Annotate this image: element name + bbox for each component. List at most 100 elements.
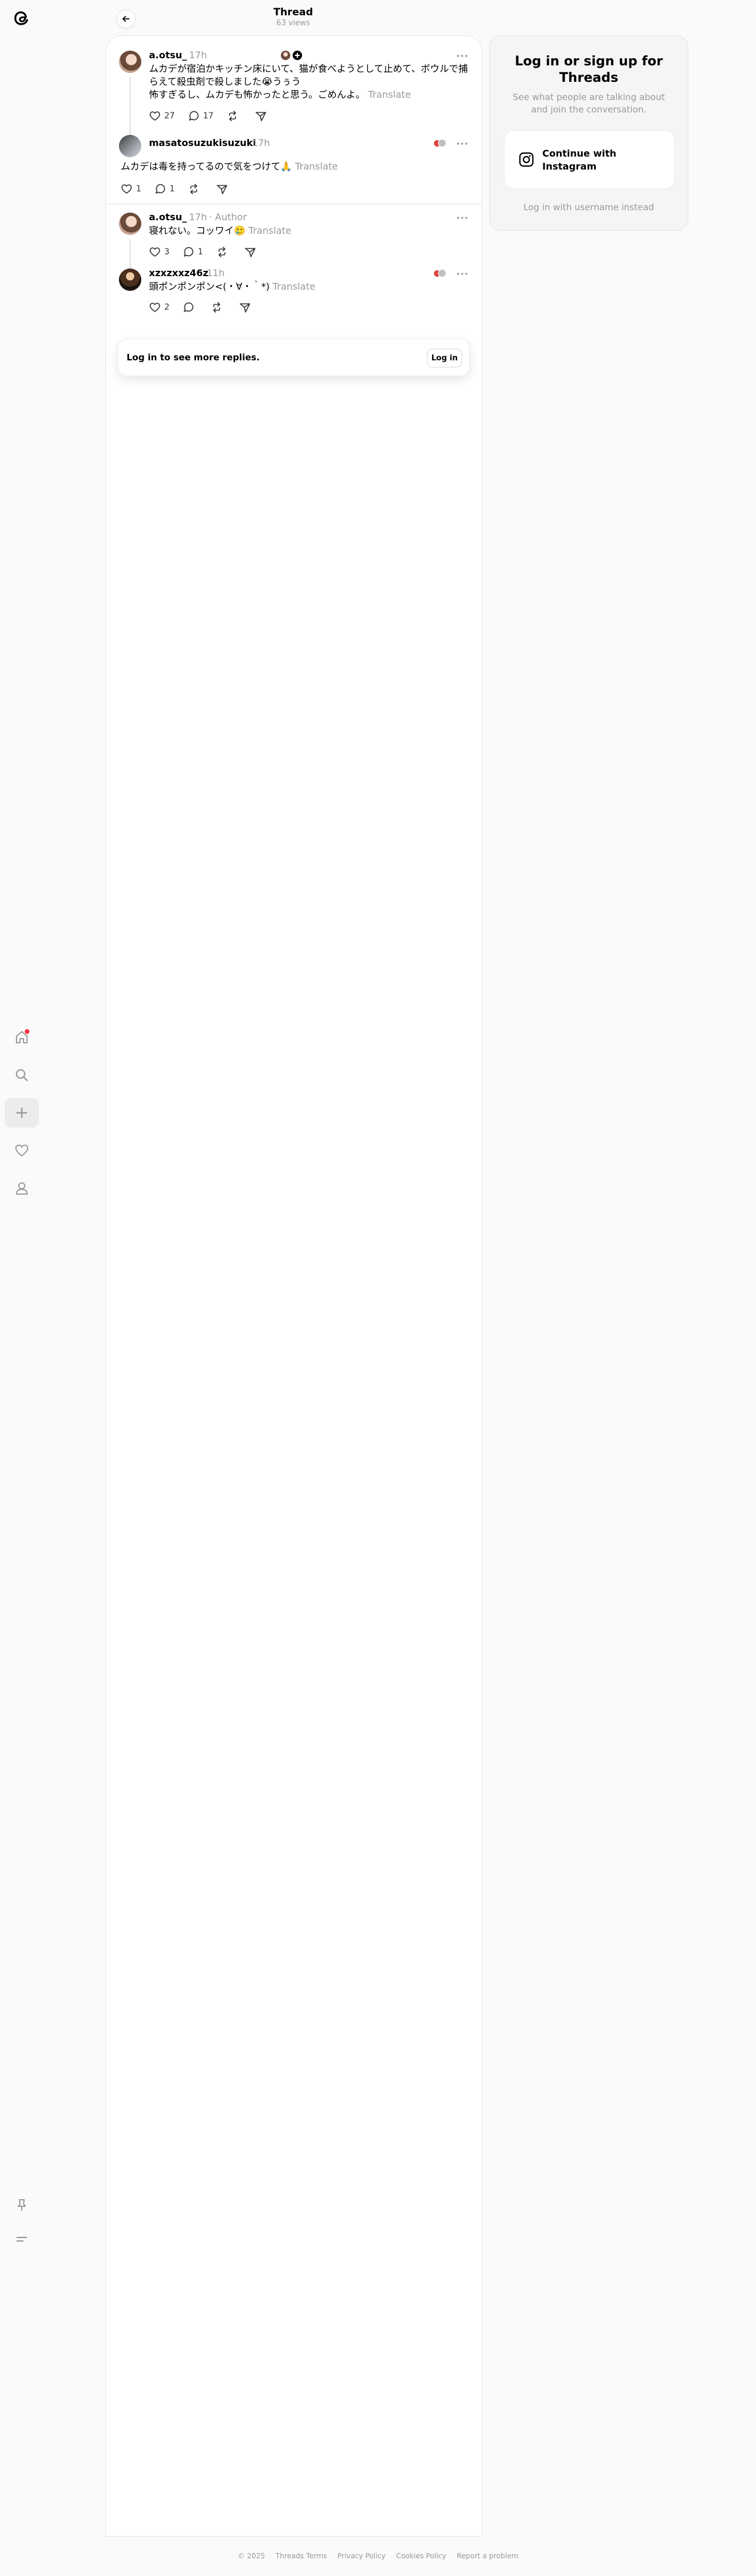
- footer-link-privacy[interactable]: Privacy Policy: [337, 2552, 386, 2560]
- username-login-link[interactable]: Log in with username instead: [502, 202, 676, 213]
- reply-button[interactable]: 1: [154, 183, 175, 195]
- plus-icon: [295, 53, 300, 58]
- avatar[interactable]: [119, 268, 141, 291]
- menu-icon: [16, 2236, 28, 2242]
- author-tag: · Author: [209, 211, 247, 223]
- footer-link-cookies[interactable]: Cookies Policy: [396, 2552, 446, 2560]
- nav-activity[interactable]: [5, 1136, 39, 1165]
- heart-icon: [150, 247, 160, 257]
- arrow-left-icon: [122, 16, 130, 22]
- login-card: Log in or sign up for Threads See what p…: [489, 35, 688, 231]
- repost-button[interactable]: [227, 110, 242, 122]
- username[interactable]: masatosuzukisuzuki: [149, 137, 256, 148]
- instagram-button-label: Continue with Instagram: [542, 148, 616, 172]
- send-icon: [217, 185, 227, 194]
- more-options-button[interactable]: [455, 49, 469, 63]
- view-count: 63 views: [276, 19, 310, 28]
- avatar[interactable]: [119, 135, 141, 157]
- like-button[interactable]: 2: [149, 301, 170, 313]
- login-card-subtitle: See what people are talking about and jo…: [512, 92, 665, 115]
- translate-link[interactable]: Translate: [248, 225, 291, 236]
- post-text: 頭ポンポンポン<(・∀・｀*) Translate: [149, 281, 316, 292]
- timestamp[interactable]: 17h: [252, 137, 270, 148]
- share-button[interactable]: [239, 301, 254, 313]
- more-icon: [457, 217, 467, 219]
- repost-icon: [190, 184, 197, 194]
- heart-icon: [150, 111, 160, 121]
- search-icon: [15, 1069, 28, 1082]
- like-button[interactable]: 3: [149, 246, 170, 258]
- avatar[interactable]: [119, 51, 141, 73]
- like-button[interactable]: 1: [121, 183, 141, 195]
- profile-icon: [16, 1182, 28, 1195]
- share-button[interactable]: [244, 246, 260, 258]
- login-prompt-text: Log in to see more replies.: [127, 352, 260, 363]
- more-icon: [457, 142, 467, 145]
- like-button[interactable]: 27: [149, 110, 175, 122]
- more-options-button[interactable]: [455, 267, 469, 281]
- reaction-avatars: [433, 138, 447, 148]
- repost-icon: [228, 111, 236, 121]
- continue-with-instagram-button[interactable]: Continue with Instagram: [504, 130, 675, 189]
- more-options-button[interactable]: [455, 137, 469, 151]
- repost-button[interactable]: [216, 246, 231, 258]
- reply-button[interactable]: [183, 301, 198, 313]
- comment-icon: [189, 111, 199, 121]
- post-actions: 1 1: [121, 181, 244, 197]
- plus-icon: [16, 1107, 28, 1119]
- footer-link-terms[interactable]: Threads Terms: [276, 2552, 327, 2560]
- post-text: 寝れない。コッワイ🥲 Translate: [149, 225, 291, 236]
- repost-button[interactable]: [211, 301, 226, 313]
- login-button[interactable]: Log in: [427, 349, 462, 367]
- username[interactable]: a.otsu_: [149, 49, 187, 61]
- more-icon: [457, 273, 467, 275]
- post-text: ムカデは毒を持ってるので気をつけて🙏 Translate: [121, 161, 338, 172]
- menu-button[interactable]: [5, 2224, 39, 2254]
- nav-profile[interactable]: [5, 1173, 39, 1203]
- timestamp[interactable]: 11h: [207, 267, 225, 279]
- post-text: ムカデが宿泊かキッチン床にいて、猫が食べようとして止めて、ボウルで捕らえて殺虫剤…: [149, 63, 468, 100]
- share-button[interactable]: [216, 183, 231, 195]
- page-title: Thread: [273, 6, 313, 18]
- post-actions: 2: [149, 299, 267, 316]
- heart-icon: [15, 1144, 29, 1157]
- send-icon: [245, 248, 256, 257]
- follow-badge[interactable]: [291, 49, 303, 61]
- heart-icon: [121, 184, 132, 194]
- notification-dot: [25, 1029, 29, 1034]
- reply-button[interactable]: 17: [188, 110, 214, 122]
- reaction-avatar: [280, 49, 291, 61]
- more-icon: [457, 55, 467, 57]
- translate-link[interactable]: Translate: [273, 281, 316, 292]
- avatar[interactable]: [119, 213, 141, 235]
- nav-search[interactable]: [5, 1060, 39, 1090]
- post-actions: 27 17: [149, 108, 283, 124]
- pin-button[interactable]: [5, 2190, 39, 2220]
- timestamp[interactable]: 17h: [189, 211, 207, 223]
- threads-logo-icon[interactable]: [13, 8, 31, 29]
- login-prompt-bar: Log in to see more replies. Log in: [118, 339, 470, 376]
- username[interactable]: xzxzxxz46z: [149, 267, 208, 279]
- nav-create[interactable]: [5, 1098, 39, 1128]
- back-button[interactable]: [117, 9, 135, 28]
- comment-icon: [184, 247, 194, 257]
- footer-link-report[interactable]: Report a problem: [457, 2552, 518, 2560]
- share-button[interactable]: [255, 110, 270, 122]
- repost-icon: [213, 302, 220, 313]
- reaction-avatars: [433, 268, 447, 279]
- instagram-icon: [519, 152, 534, 167]
- reply-button[interactable]: 1: [183, 246, 203, 258]
- more-options-button[interactable]: [455, 211, 469, 225]
- nav-home[interactable]: [5, 1023, 39, 1052]
- timestamp[interactable]: 17h: [189, 49, 207, 61]
- repost-icon: [218, 247, 226, 257]
- translate-link[interactable]: Translate: [368, 89, 411, 100]
- comment-icon: [155, 184, 165, 194]
- thread-feed: a.otsu_ 17h ムカデが宿泊かキッチン床にいて、猫が食べようとして止めて…: [105, 35, 482, 2537]
- username[interactable]: a.otsu_: [149, 211, 187, 223]
- send-icon: [255, 112, 266, 121]
- translate-link[interactable]: Translate: [295, 161, 338, 172]
- repost-button[interactable]: [188, 183, 203, 195]
- post-actions: 3 1: [149, 244, 273, 260]
- pin-icon: [18, 2199, 26, 2211]
